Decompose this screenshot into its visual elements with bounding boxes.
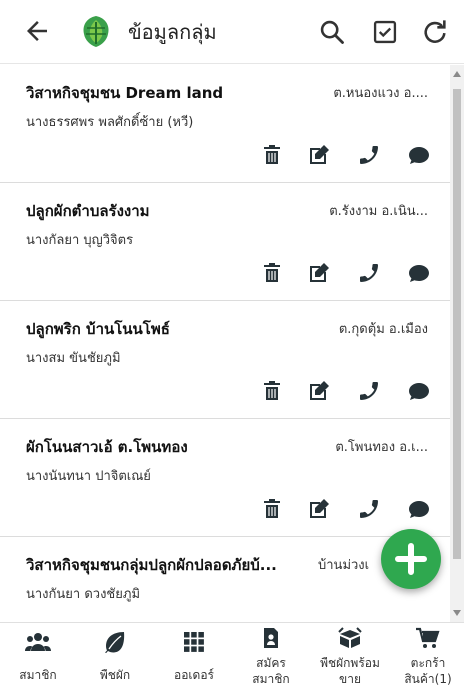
nav-label: สมาชิก <box>252 672 290 686</box>
add-group-button[interactable] <box>381 529 441 589</box>
group-contact: นางนันทนา ปาจิตเณย์ <box>26 469 151 484</box>
page-title: ข้อมูลกลุ่ม <box>128 20 217 44</box>
group-name: ผักโนนสาวเอ้ ต.โพนทอง <box>26 438 188 456</box>
nav-label: สมาชิก <box>19 668 57 682</box>
nav-label: สินค้า(1) <box>404 672 452 686</box>
users-icon <box>25 633 51 651</box>
box-icon <box>338 627 362 648</box>
nav-label: ตะกร้า <box>410 656 446 670</box>
scrollbar-thumb[interactable] <box>453 89 461 559</box>
group-name: ปลูกพริก บ้านโนนโพธ์ <box>26 320 170 338</box>
group-location: ต.หนองแวง อ.... <box>333 86 428 101</box>
bottom-navigation: สมาชิก พืชผัก ออเดอร์ สมัคร สมาชิก พืชผั… <box>0 622 464 693</box>
scrollbar[interactable] <box>450 65 464 622</box>
group-card[interactable]: ผักโนนสาวเอ้ ต.โพนทอง ต.โพนทอง อ.เ... นา… <box>0 419 450 537</box>
cart-icon <box>416 627 440 648</box>
grid-icon <box>184 632 204 652</box>
group-contact: นางกันยา ดวงชัยภูมิ <box>26 587 141 602</box>
leaf-icon <box>105 632 125 653</box>
message-icon[interactable] <box>407 261 431 285</box>
group-card[interactable]: ปลูกผักตำบลรังงาม ต.รังงาม อ.เนิน... นาง… <box>0 183 450 301</box>
nav-label: ออเดอร์ <box>174 668 214 682</box>
edit-icon[interactable] <box>307 261 331 285</box>
register-icon <box>264 628 278 648</box>
nav-orders[interactable]: ออเดอร์ <box>154 623 234 693</box>
message-icon[interactable] <box>407 143 431 167</box>
group-card[interactable]: ปลูกพริก บ้านโนนโพธ์ ต.กุดตุ้ม อ.เมือง น… <box>0 301 450 419</box>
delete-icon[interactable] <box>260 143 284 167</box>
group-contact: นางสม ขันชัยภูมิ <box>26 351 121 366</box>
group-name: วิสาหกิจชุมชนกลุ่มปลูกผักปลอดภัยบ้... <box>26 556 277 574</box>
edit-icon[interactable] <box>307 143 331 167</box>
group-location: บ้านม่วงเ <box>318 558 370 573</box>
delete-icon[interactable] <box>260 261 284 285</box>
group-location: ต.โพนทอง อ.เ... <box>335 440 428 455</box>
message-icon[interactable] <box>407 379 431 403</box>
group-card[interactable]: วิสาหกิจชุมชน Dream land ต.หนองแวง อ....… <box>0 65 450 183</box>
nav-label: พืชผักพร้อม <box>320 656 380 670</box>
app-logo-icon <box>83 16 109 47</box>
nav-vegetables[interactable]: พืชผัก <box>76 623 154 693</box>
scroll-up-arrow-icon[interactable] <box>453 71 461 77</box>
plus-icon <box>395 543 427 575</box>
search-icon[interactable] <box>318 18 346 46</box>
group-name: ปลูกผักตำบลรังงาม <box>26 202 150 220</box>
nav-members[interactable]: สมาชิก <box>0 623 76 693</box>
scroll-down-arrow-icon[interactable] <box>453 610 461 616</box>
group-name: วิสาหกิจชุมชน Dream land <box>26 84 224 102</box>
app-bar: ข้อมูลกลุ่ม <box>0 0 464 64</box>
phone-icon[interactable] <box>357 379 381 403</box>
group-location: ต.รังงาม อ.เนิน... <box>329 204 428 219</box>
group-contact: นางกัลยา บุญวิจิตร <box>26 233 134 248</box>
nav-cart[interactable]: ตะกร้า สินค้า(1) <box>392 623 464 693</box>
nav-label: ขาย <box>339 672 361 686</box>
back-arrow-icon[interactable] <box>22 16 52 46</box>
edit-icon[interactable] <box>307 379 331 403</box>
nav-label: สมัคร <box>256 656 286 670</box>
group-location: ต.กุดตุ้ม อ.เมือง <box>338 322 428 337</box>
checkbox-icon[interactable] <box>371 18 399 46</box>
nav-register-member[interactable]: สมัคร สมาชิก <box>234 623 308 693</box>
refresh-icon[interactable] <box>421 18 449 46</box>
nav-ready-products[interactable]: พืชผักพร้อม ขาย <box>308 623 392 693</box>
delete-icon[interactable] <box>260 497 284 521</box>
phone-icon[interactable] <box>357 261 381 285</box>
message-icon[interactable] <box>407 497 431 521</box>
phone-icon[interactable] <box>357 497 381 521</box>
edit-icon[interactable] <box>307 497 331 521</box>
group-contact: นางธรรศพร พลศักดิ์ซ้าย (หวี) <box>26 115 194 130</box>
nav-label: พืชผัก <box>99 668 131 682</box>
delete-icon[interactable] <box>260 379 284 403</box>
phone-icon[interactable] <box>357 143 381 167</box>
